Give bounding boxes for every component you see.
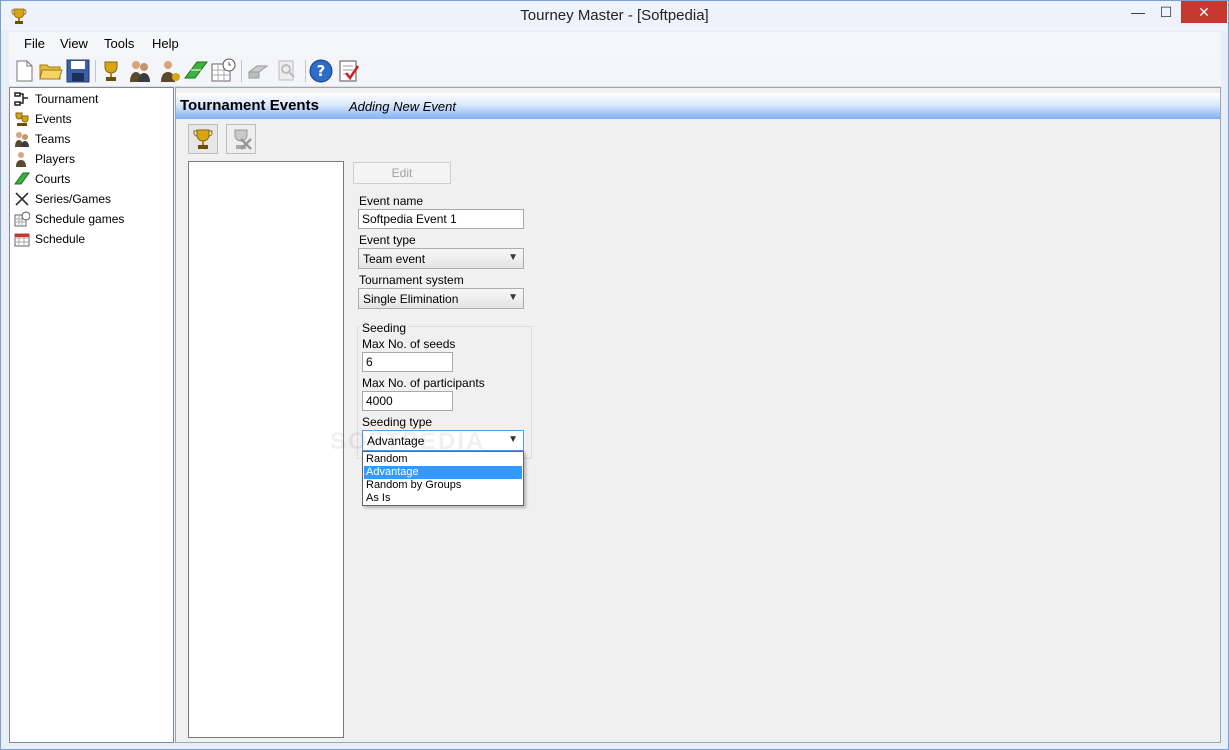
sidebar-item-tournament[interactable]: Tournament: [13, 90, 171, 108]
sidebar-item-label: Events: [35, 112, 72, 126]
minimize-button[interactable]: —: [1125, 1, 1151, 23]
seeding-type-dropdown: Random Advantage Random by Groups As Is: [362, 451, 524, 506]
toolbar: ?: [9, 55, 1221, 87]
sidebar-item-teams[interactable]: Teams: [13, 130, 171, 148]
max-participants-field[interactable]: 4000: [362, 391, 453, 411]
sidebar-item-courts[interactable]: Courts: [13, 170, 171, 188]
sidebar-item-label: Courts: [35, 172, 71, 186]
max-seeds-label: Max No. of seeds: [362, 337, 456, 351]
sidebar-item-label: Schedule games: [35, 212, 125, 226]
players-icon: [16, 152, 26, 167]
help-icon[interactable]: ?: [308, 58, 334, 84]
sidebar-item-series-games[interactable]: Series/Games: [13, 190, 171, 208]
chevron-down-icon: ▼: [508, 434, 518, 445]
menu-view[interactable]: View: [60, 36, 88, 51]
delete-event-button[interactable]: [226, 124, 256, 154]
schedule-icon: [14, 233, 30, 247]
seeding-type-label: Seeding type: [362, 415, 433, 429]
chevron-down-icon: ▼: [508, 252, 518, 263]
panel-subtitle: Adding New Event: [349, 99, 456, 114]
seeding-type-value: Advantage: [367, 434, 425, 448]
dropdown-option-random[interactable]: Random: [364, 453, 522, 466]
event-type-label: Event type: [359, 233, 416, 247]
sidebar-item-label: Schedule: [35, 232, 86, 246]
courts-icon: [14, 172, 30, 185]
new-file-icon[interactable]: [11, 58, 37, 84]
event-name-field[interactable]: Softpedia Event 1: [358, 209, 524, 229]
events-list[interactable]: [188, 161, 344, 738]
trophy-icon: [193, 129, 213, 149]
save-icon[interactable]: [65, 58, 91, 84]
title-bar: Tourney Master - [Softpedia] — ☐ ✕: [1, 1, 1228, 31]
schedule-games-icon[interactable]: [210, 58, 236, 84]
dropdown-option-advantage[interactable]: Advantage: [364, 466, 522, 479]
sidebar-item-label: Series/Games: [35, 192, 112, 206]
tournament-icon: [14, 92, 28, 106]
sidebar-item-schedule-games[interactable]: Schedule games: [13, 210, 171, 228]
sidebar-item-events[interactable]: Events: [13, 110, 171, 128]
teams-icon[interactable]: [127, 58, 153, 84]
app-window: Tourney Master - [Softpedia] — ☐ ✕ File …: [0, 0, 1229, 750]
panel-title: Tournament Events: [180, 97, 319, 114]
seeding-type-select[interactable]: Advantage ▼: [362, 430, 524, 451]
event-type-value: Team event: [363, 252, 426, 266]
event-name-label: Event name: [359, 194, 424, 208]
maximize-button[interactable]: ☐: [1153, 1, 1179, 23]
panel-header: Tournament Events Adding New Event: [176, 93, 1220, 119]
tournament-system-value: Single Elimination: [363, 292, 459, 306]
courts-icon[interactable]: [183, 58, 209, 84]
trophy-icon[interactable]: [98, 58, 124, 84]
menu-file[interactable]: File: [24, 36, 45, 51]
dropdown-option-random-by-groups[interactable]: Random by Groups: [364, 479, 522, 492]
checklist-icon[interactable]: [336, 58, 362, 84]
edit-button[interactable]: Edit: [353, 162, 451, 184]
chevron-down-icon: ▼: [508, 292, 518, 303]
seeding-group-title: Seeding: [360, 321, 409, 335]
tournament-system-label: Tournament system: [359, 273, 464, 287]
window-title: Tourney Master - [Softpedia]: [520, 7, 709, 24]
events-icon: [15, 112, 29, 126]
print-icon[interactable]: [245, 58, 271, 84]
menu-help[interactable]: Help: [152, 36, 179, 51]
sidebar-item-label: Teams: [35, 132, 71, 146]
svg-text:?: ?: [317, 62, 326, 80]
events-panel: Tournament Events Adding New Event Edit …: [175, 87, 1221, 743]
sidebar-item-label: Tournament: [35, 92, 99, 106]
max-seeds-field[interactable]: 6: [362, 352, 453, 372]
toolbar-separator: [95, 60, 96, 82]
sidebar-nav: Tournament Events Teams Players Courts S…: [9, 87, 174, 743]
max-participants-label: Max No. of participants: [362, 376, 485, 390]
add-event-button[interactable]: [188, 124, 218, 154]
menu-bar: File View Tools Help: [9, 32, 1221, 55]
print-preview-icon[interactable]: [274, 58, 300, 84]
series-games-icon: [15, 192, 29, 206]
delete-trophy-icon: [234, 129, 252, 150]
menu-tools[interactable]: Tools: [104, 36, 134, 51]
sidebar-item-label: Players: [35, 152, 76, 166]
sidebar-item-players[interactable]: Players: [13, 150, 171, 168]
schedule-games-icon: [14, 211, 30, 227]
toolbar-separator: [305, 60, 306, 82]
teams-icon: [15, 132, 29, 147]
close-button[interactable]: ✕: [1181, 1, 1227, 23]
tournament-system-select[interactable]: Single Elimination ▼: [358, 288, 524, 309]
dropdown-option-as-is[interactable]: As Is: [364, 492, 522, 505]
sidebar-item-schedule[interactable]: Schedule: [13, 230, 171, 248]
open-folder-icon[interactable]: [38, 58, 64, 84]
toolbar-separator: [241, 60, 242, 82]
players-icon[interactable]: [156, 58, 182, 84]
event-type-select[interactable]: Team event ▼: [358, 248, 524, 269]
